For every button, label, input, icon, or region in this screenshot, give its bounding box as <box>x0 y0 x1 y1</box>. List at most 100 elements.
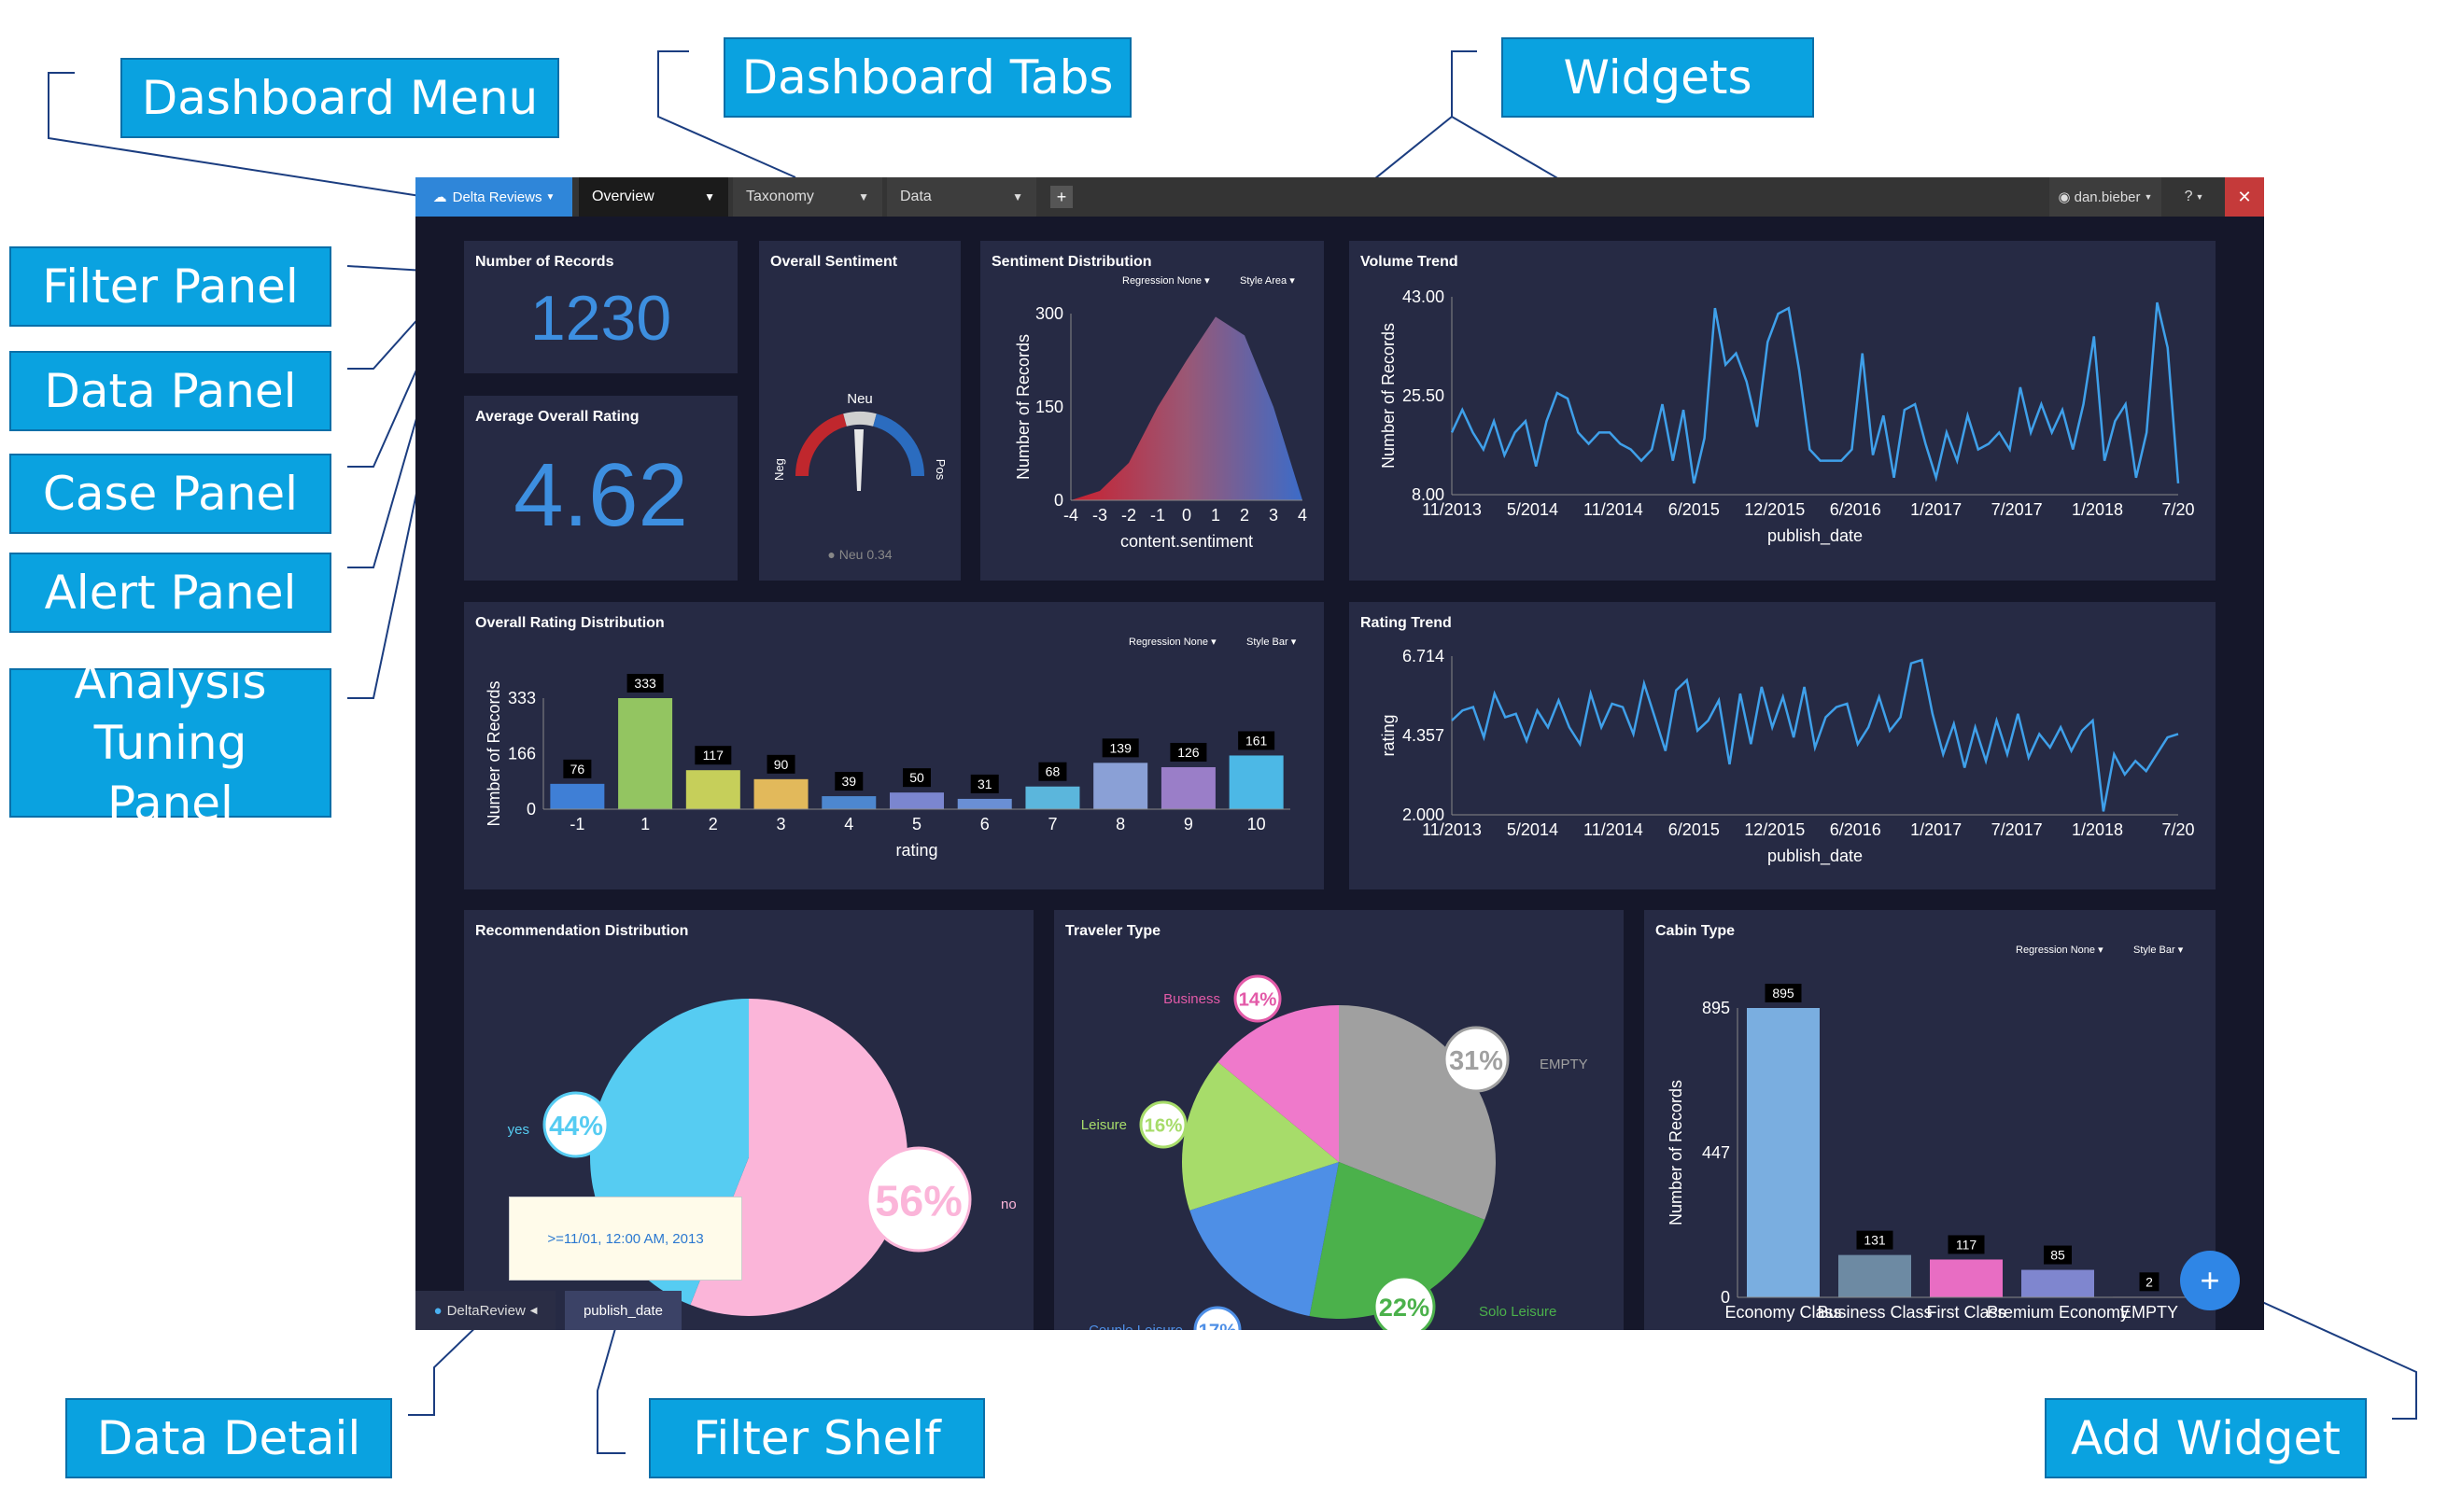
x-tick-label: 1/2018 <box>2072 500 2123 519</box>
y-tick-label: 0 <box>1054 491 1063 510</box>
data-label: 161 <box>1245 733 1268 748</box>
data-label: 76 <box>570 762 585 777</box>
x-tick-label: 9 <box>1184 815 1193 833</box>
chevron-down-icon[interactable]: ▼ <box>704 190 715 203</box>
x-tick-label: 7/20 <box>2161 500 2194 519</box>
x-tick-label: 3 <box>1269 506 1278 525</box>
data-label: 90 <box>774 757 789 772</box>
x-tick-label: 12/2015 <box>1744 820 1805 839</box>
slice-name-label: Leisure <box>1081 1117 1127 1133</box>
user-menu[interactable]: ◉ dan.bieber ▼ <box>2049 177 2161 217</box>
y-axis-label: Number of Records <box>1667 1080 1685 1225</box>
add-tab-button[interactable]: + <box>1050 186 1073 208</box>
data-label: 50 <box>909 770 924 785</box>
tab-data[interactable]: Data ▼ <box>887 177 1036 217</box>
filter-shelf-chip[interactable]: publish_date <box>565 1291 682 1330</box>
sentiment-footer-text: Neu 0.34 <box>838 547 893 562</box>
percent-label: 56% <box>875 1177 963 1225</box>
chevron-down-icon[interactable]: ▼ <box>1012 190 1023 203</box>
x-tick-label: 1 <box>1211 506 1220 525</box>
widget-cabin-type[interactable]: Cabin Type Regression None ▾ Style Bar ▾… <box>1644 910 2216 1330</box>
dashboard-app: ☁ Delta Reviews ▼ Overview ▼ Taxonomy ▼ Data… <box>415 177 2264 1330</box>
rating-distribution-chart: 0 166 333 76 -1 333 1 117 2 90 3 39 4 50 5 31 6 68 7 139 8 12… <box>485 674 1290 860</box>
kpi-value: 4.62 <box>514 445 688 545</box>
sentiment-footer: ● Neu 0.34 <box>759 547 961 562</box>
filter-tooltip: >=11/01, 12:00 AM, 2013 <box>509 1197 742 1281</box>
x-tick-label: 5/2014 <box>1507 820 1558 839</box>
x-tick-label: 1/2017 <box>1910 500 1962 519</box>
dashboard-name: Delta Reviews <box>452 189 542 205</box>
x-tick-label: 6/2016 <box>1830 820 1881 839</box>
x-axis-label: publish_date <box>1767 847 1863 866</box>
rating-trend-chart: 2.0004.3576.71411/2013 5/2014 11/2014 6/201… <box>1379 647 2195 866</box>
x-tick-label: -1 <box>570 815 584 833</box>
y-tick-label: 43.00 <box>1402 287 1444 306</box>
data-label: 333 <box>634 676 656 691</box>
gauge-pos-arc <box>872 413 925 477</box>
x-tick-label: 11/2014 <box>1583 500 1643 519</box>
percent-label: 14% <box>1239 990 1277 1011</box>
close-button[interactable]: ✕ <box>2225 177 2264 217</box>
x-tick-label: 11/2013 <box>1422 500 1482 519</box>
bar <box>685 770 740 809</box>
callout-analysis-tuning-panel: Analysis Tuning Panel <box>9 655 331 831</box>
gauge-needle <box>854 429 864 491</box>
y-tick-label: 333 <box>508 689 536 707</box>
callout-dashboard-menu: Dashboard Menu <box>120 58 559 138</box>
widget-title: Average Overall Rating <box>475 409 640 425</box>
tab-overview[interactable]: Overview ▼ <box>579 177 728 217</box>
x-tick-label: 1/2017 <box>1910 820 1962 839</box>
data-label: 139 <box>1110 740 1133 755</box>
slice-name-label: yes <box>508 1122 529 1138</box>
database-icon: ● <box>433 1302 443 1319</box>
widget-volume-trend[interactable]: Volume Trend 8.00 25.50 43.00 11/2013 5/2014… <box>1349 241 2216 581</box>
chevron-down-icon[interactable]: ▼ <box>858 190 869 203</box>
x-tick-label: 12/2015 <box>1744 500 1805 519</box>
widget-rating-trend[interactable]: Rating Trend 2.000 4.357 6.714 11/2013 5/201… <box>1349 602 2216 889</box>
data-label: 85 <box>2050 1248 2065 1263</box>
bar <box>753 778 809 809</box>
y-tick-label: 895 <box>1702 999 1730 1017</box>
y-tick-label: 4.357 <box>1402 726 1444 745</box>
gauge-neu-arc <box>843 411 877 427</box>
callout-filter-shelf: Filter Shelf <box>649 1398 985 1478</box>
cloud-icon: ☁ <box>432 189 447 205</box>
widget-number-of-records[interactable]: Number of Records 1230 <box>464 241 738 373</box>
bar <box>1229 755 1284 809</box>
bar <box>618 698 673 809</box>
trend-line <box>1451 658 2179 812</box>
data-label: 68 <box>1046 764 1061 779</box>
widget-overall-sentiment[interactable]: Overall Sentiment Neu Neg Pos ● Neu 0.34 <box>759 241 961 581</box>
callout-data-panel: Data Panel <box>9 351 331 431</box>
widget-traveler-type[interactable]: Traveler Type 31%EMPTY22%Solo Leisure17%… <box>1054 910 1624 1330</box>
x-tick-label: 6/2016 <box>1830 500 1881 519</box>
y-axis-label: Number of Records <box>485 680 503 826</box>
dashboard-menu-button[interactable]: ☁ Delta Reviews ▼ <box>415 177 572 217</box>
data-detail-button[interactable]: ● DeltaReview ◀ <box>415 1291 556 1330</box>
x-tick-label: -2 <box>1121 506 1136 525</box>
x-tick-label: 4 <box>1298 506 1307 525</box>
callout-add-widget: Add Widget <box>2045 1398 2367 1478</box>
bar <box>957 798 1012 809</box>
x-tick-label: 11/2014 <box>1583 820 1643 839</box>
percent-label: 31% <box>1449 1046 1503 1076</box>
widget-overall-rating-distribution[interactable]: Overall Rating Distribution Regression N… <box>464 602 1324 889</box>
y-tick-label: 6.714 <box>1402 647 1444 665</box>
x-tick-label: 7/20 <box>2161 820 2194 839</box>
chevron-down-icon: ▼ <box>545 191 556 203</box>
tab-taxonomy[interactable]: Taxonomy ▼ <box>733 177 882 217</box>
gauge-neg-arc <box>795 413 848 477</box>
widget-sentiment-distribution[interactable]: Sentiment Distribution Regression None ▾… <box>980 241 1324 581</box>
data-label: 117 <box>703 748 725 763</box>
widget-average-overall-rating[interactable]: Average Overall Rating 4.62 <box>464 396 738 581</box>
tab-label: Overview <box>592 189 654 204</box>
add-widget-button[interactable]: + <box>2180 1251 2240 1310</box>
callout-alert-panel: Alert Panel <box>9 553 331 633</box>
sentiment-gauge: Neu Neg Pos <box>772 391 948 491</box>
slice-name-label: no <box>1001 1197 1017 1212</box>
trend-line <box>1450 301 2180 484</box>
user-name: dan.bieber <box>2074 189 2141 205</box>
bar <box>1025 786 1080 809</box>
help-button[interactable]: ? ▼ <box>2171 177 2217 217</box>
callout-dashboard-tabs: Dashboard Tabs <box>724 37 1132 118</box>
